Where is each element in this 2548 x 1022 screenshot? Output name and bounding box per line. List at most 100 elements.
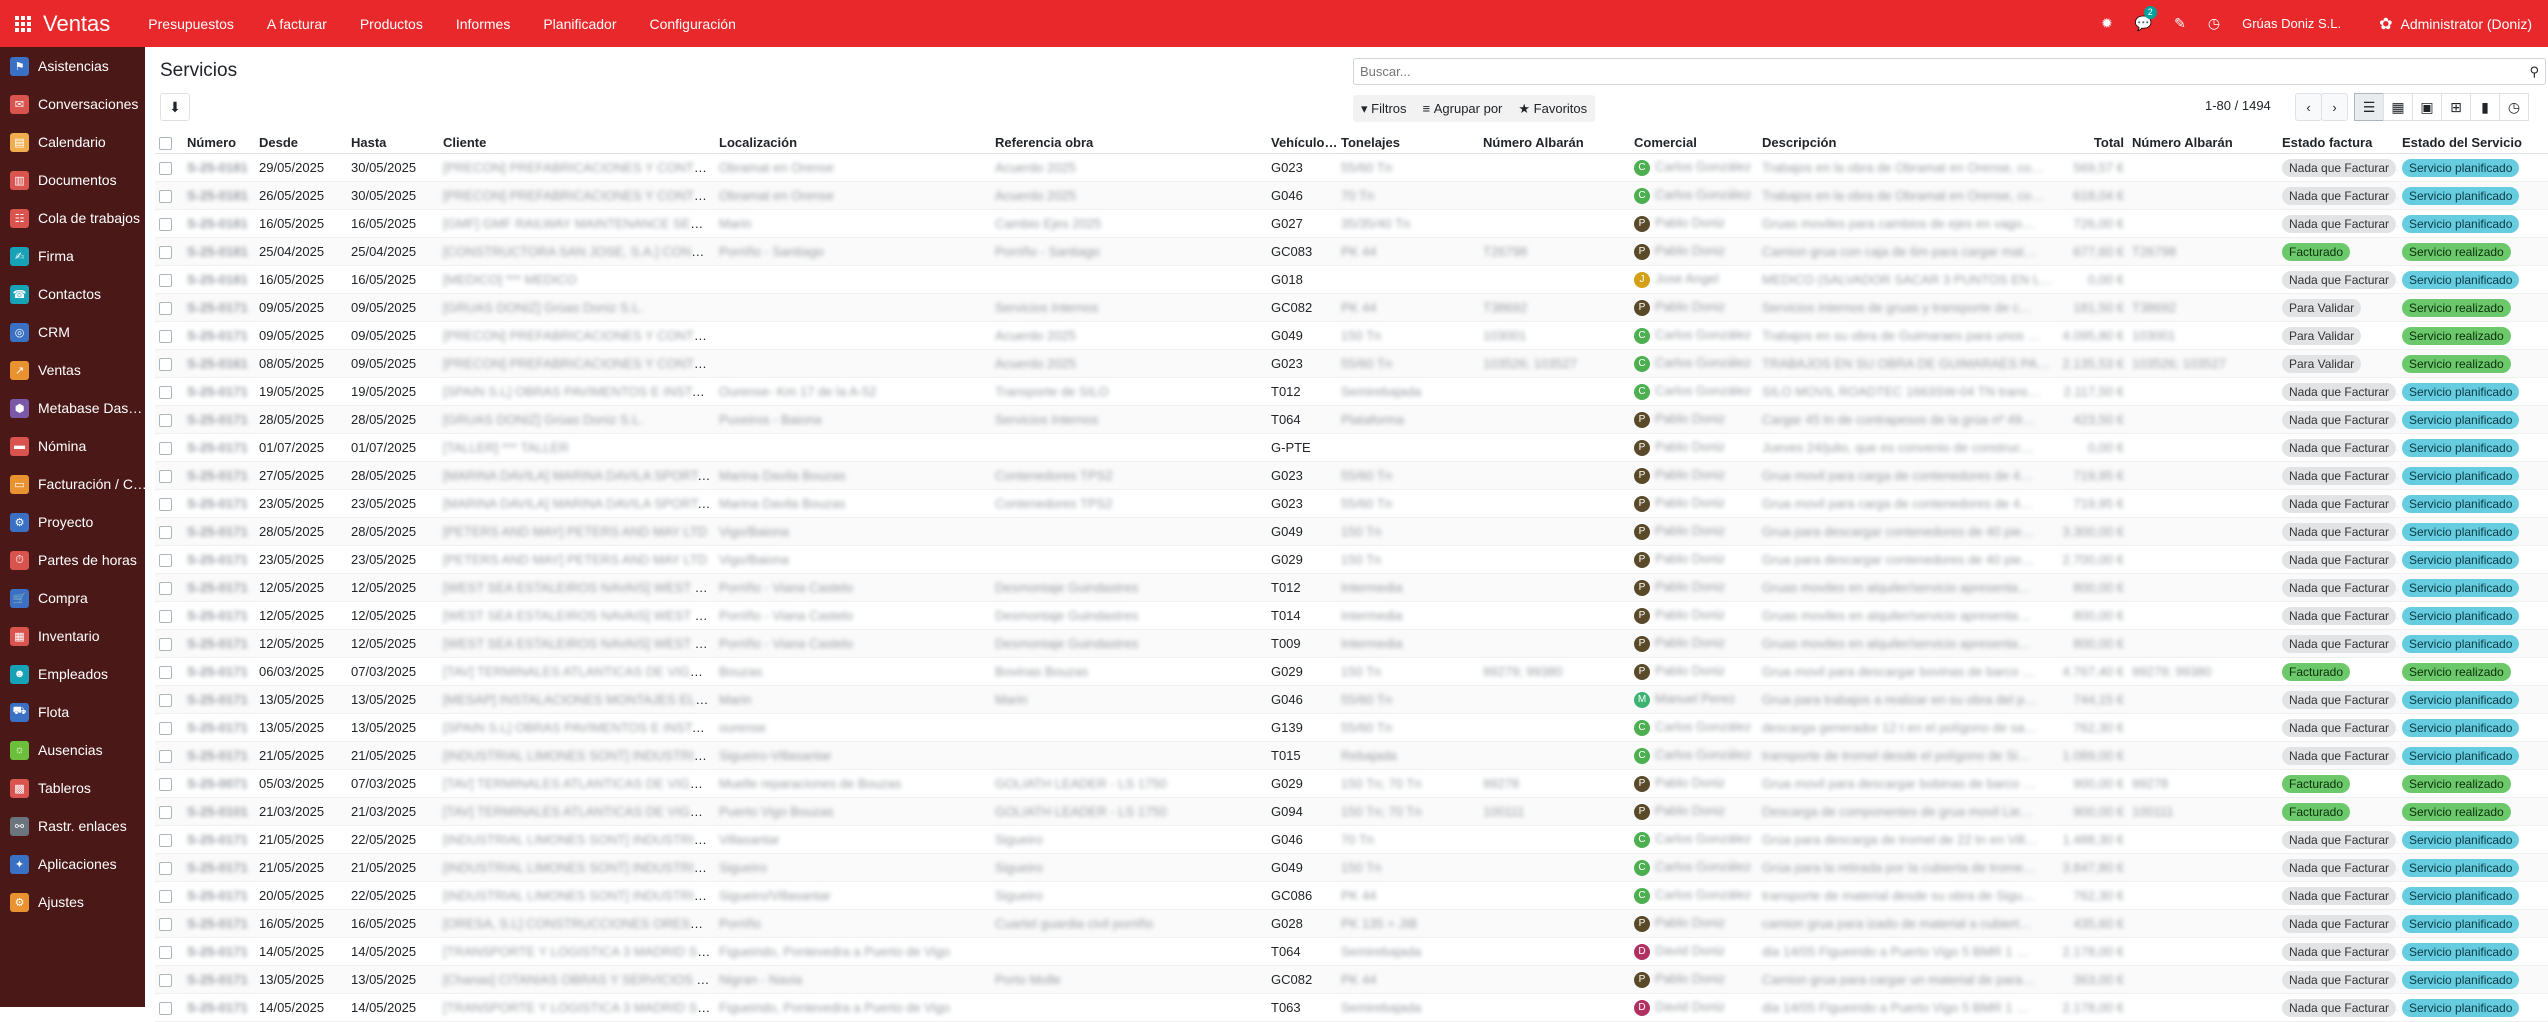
sidebar-item-21[interactable]: ✦ Aplicaciones — [0, 845, 145, 883]
sidebar-item-19[interactable]: ▩ Tableros — [0, 769, 145, 807]
column-header-2[interactable]: Hasta — [347, 131, 439, 154]
row-checkbox[interactable] — [159, 778, 172, 792]
sidebar-item-17[interactable]: ⛟ Flota — [0, 693, 145, 731]
row-checkbox[interactable] — [159, 806, 172, 820]
row-checkbox[interactable] — [159, 358, 172, 372]
column-header-0[interactable]: Número — [183, 131, 255, 154]
row-checkbox[interactable] — [159, 582, 172, 596]
table-row[interactable]: S-25-0171 19/05/2025 19/05/2025 [SPAIN S.L]… — [155, 377, 2548, 406]
column-header-9[interactable]: Comercial — [1630, 131, 1758, 154]
row-checkbox[interactable] — [159, 638, 172, 652]
sidebar-item-22[interactable]: ⚙ Ajustes — [0, 883, 145, 921]
row-checkbox[interactable] — [159, 610, 172, 624]
table-row[interactable]: S-25-0181 26/05/2025 30/05/2025 [PRECON] PR… — [155, 181, 2548, 210]
table-row[interactable]: S-25-0171 27/05/2025 28/05/2025 [MARINA DAV… — [155, 461, 2548, 490]
sidebar-item-14[interactable]: 🛒 Compra — [0, 579, 145, 617]
sidebar-item-10[interactable]: ▬ Nómina — [0, 427, 145, 465]
sidebar-item-0[interactable]: ⚑ Asistencias — [0, 47, 145, 85]
column-header-6[interactable]: Vehículo… — [1267, 131, 1337, 154]
user-avatar-icon[interactable]: ✿ — [2379, 14, 2392, 34]
row-checkbox[interactable] — [159, 302, 172, 316]
row-checkbox[interactable] — [159, 694, 172, 708]
download-button[interactable]: ⬇ — [160, 93, 190, 121]
table-row[interactable]: S-25-0171 09/05/2025 09/05/2025 [GRUAS DONI… — [155, 293, 2548, 322]
column-header-7[interactable]: Tonelajes — [1337, 131, 1479, 154]
search-input[interactable] — [1354, 59, 2512, 84]
table-row[interactable]: S-25-0171 09/05/2025 09/05/2025 [PRECON] PR… — [155, 321, 2548, 350]
table-row[interactable]: S-25-0171 21/05/2025 22/05/2025 [INDUSTRIAL… — [155, 825, 2548, 854]
column-header-5[interactable]: Referencia obra — [991, 131, 1267, 154]
table-row[interactable]: S-25-0171 12/05/2025 12/05/2025 [WEST SEA E… — [155, 573, 2548, 602]
column-header-4[interactable]: Localización — [715, 131, 991, 154]
sidebar-item-6[interactable]: ☎ Contactos — [0, 275, 145, 313]
table-row[interactable]: S-25-0171 16/05/2025 16/05/2025 [ORESA, S.L… — [155, 909, 2548, 938]
row-checkbox[interactable] — [159, 442, 172, 456]
row-checkbox[interactable] — [159, 834, 172, 848]
column-header-12[interactable]: Número Albarán — [2128, 131, 2278, 154]
column-header-10[interactable]: Descripción — [1758, 131, 2058, 154]
row-checkbox[interactable] — [159, 162, 172, 176]
sidebar-item-13[interactable]: ⏱ Partes de horas — [0, 541, 145, 579]
table-row[interactable]: S-25-0181 29/05/2025 30/05/2025 [PRECON] PR… — [155, 153, 2548, 182]
table-row[interactable]: S-25-0171 13/05/2025 13/05/2025 [Chanas] CI… — [155, 965, 2548, 994]
sidebar-item-16[interactable]: ☻ Empleados — [0, 655, 145, 693]
sidebar-item-12[interactable]: ⚙ Proyecto — [0, 503, 145, 541]
row-checkbox[interactable] — [159, 274, 172, 288]
table-row[interactable]: S-25-0171 14/05/2025 14/05/2025 [TRANSPORTE… — [155, 937, 2548, 966]
table-row[interactable]: S-25-0101 21/03/2025 21/03/2025 [TAV] TERMI… — [155, 797, 2548, 826]
row-checkbox[interactable] — [159, 218, 172, 232]
row-checkbox[interactable] — [159, 554, 172, 568]
row-checkbox[interactable] — [159, 470, 172, 484]
table-row[interactable]: S-25-0171 28/05/2025 28/05/2025 [GRUAS DONI… — [155, 405, 2548, 434]
group-by-button[interactable]: ≡ Agrupar por — [1415, 95, 1511, 122]
column-header-13[interactable]: Estado factura — [2278, 131, 2398, 154]
app-title[interactable]: Ventas — [43, 11, 110, 37]
row-checkbox[interactable] — [159, 918, 172, 932]
search-icon[interactable]: ⚲ — [2529, 64, 2539, 80]
row-checkbox[interactable] — [159, 1002, 172, 1016]
row-checkbox[interactable] — [159, 498, 172, 512]
activity-view-button[interactable]: ◷ — [2499, 93, 2529, 121]
table-row[interactable]: S-25-0171 13/05/2025 13/05/2025 [MESAP] INS… — [155, 685, 2548, 714]
sidebar-item-18[interactable]: ☼ Ausencias — [0, 731, 145, 769]
sidebar-item-4[interactable]: ☷ Cola de trabajos — [0, 199, 145, 237]
filters-button[interactable]: ▾ Filtros — [1353, 95, 1415, 122]
sidebar-item-9[interactable]: ⬢ Metabase Das… — [0, 389, 145, 427]
table-row[interactable]: S-25-0171 14/05/2025 14/05/2025 [TRANSPORTE… — [155, 993, 2548, 1022]
sidebar-item-8[interactable]: ↗ Ventas — [0, 351, 145, 389]
sidebar-item-20[interactable]: ⚯ Rastr. enlaces — [0, 807, 145, 845]
table-row[interactable]: S-25-0171 28/05/2025 28/05/2025 [PETERS AND… — [155, 517, 2548, 546]
table-row[interactable]: S-25-0171 23/05/2025 23/05/2025 [MARINA DAV… — [155, 489, 2548, 518]
table-row[interactable]: S-25-0171 12/05/2025 12/05/2025 [WEST SEA E… — [155, 601, 2548, 630]
table-row[interactable]: S-25-0171 01/07/2025 01/07/2025 [TALLER] **… — [155, 433, 2548, 462]
table-row[interactable]: S-25-0171 13/05/2025 13/05/2025 [SPAIN S.L]… — [155, 713, 2548, 742]
row-checkbox[interactable] — [159, 862, 172, 876]
graph-view-button[interactable]: ▮ — [2470, 93, 2500, 121]
row-checkbox[interactable] — [159, 974, 172, 988]
menu-item-0[interactable]: Presupuestos — [148, 16, 234, 32]
table-row[interactable]: S-25-0181 16/05/2025 16/05/2025 [MEDICO] **… — [155, 265, 2548, 294]
apps-grid-icon[interactable] — [15, 15, 31, 32]
chat-icon[interactable]: 💬 2 — [2135, 6, 2157, 32]
sidebar-item-11[interactable]: ▭ Facturación / C… — [0, 465, 145, 503]
column-header-11[interactable]: Total — [2058, 131, 2128, 154]
sidebar-item-2[interactable]: ▤ Calendario — [0, 123, 145, 161]
search-box[interactable]: ⚲ — [1353, 58, 2546, 85]
sidebar-item-15[interactable]: ▦ Inventario — [0, 617, 145, 655]
menu-item-2[interactable]: Productos — [360, 16, 423, 32]
row-checkbox[interactable] — [159, 414, 172, 428]
table-row[interactable]: S-25-0171 06/03/2025 07/03/2025 [TAV] TERMI… — [155, 657, 2548, 686]
row-checkbox[interactable] — [159, 890, 172, 904]
row-checkbox[interactable] — [159, 190, 172, 204]
row-checkbox[interactable] — [159, 330, 172, 344]
table-row[interactable]: S-25-0181 25/04/2025 25/04/2025 [CONSTRUCTO… — [155, 237, 2548, 266]
table-row[interactable]: S-25-0171 12/05/2025 12/05/2025 [WEST SEA E… — [155, 629, 2548, 658]
pager-next-button[interactable]: › — [2321, 93, 2348, 121]
table-row[interactable]: S-25-0071 05/03/2025 07/03/2025 [TAV] TERMI… — [155, 769, 2548, 798]
menu-item-4[interactable]: Planificador — [543, 16, 616, 32]
row-checkbox[interactable] — [159, 526, 172, 540]
table-row[interactable]: S-25-0171 23/05/2025 23/05/2025 [PETERS AND… — [155, 545, 2548, 574]
column-header-3[interactable]: Cliente — [439, 131, 715, 154]
column-header-1[interactable]: Desde — [255, 131, 347, 154]
row-checkbox[interactable] — [159, 722, 172, 736]
